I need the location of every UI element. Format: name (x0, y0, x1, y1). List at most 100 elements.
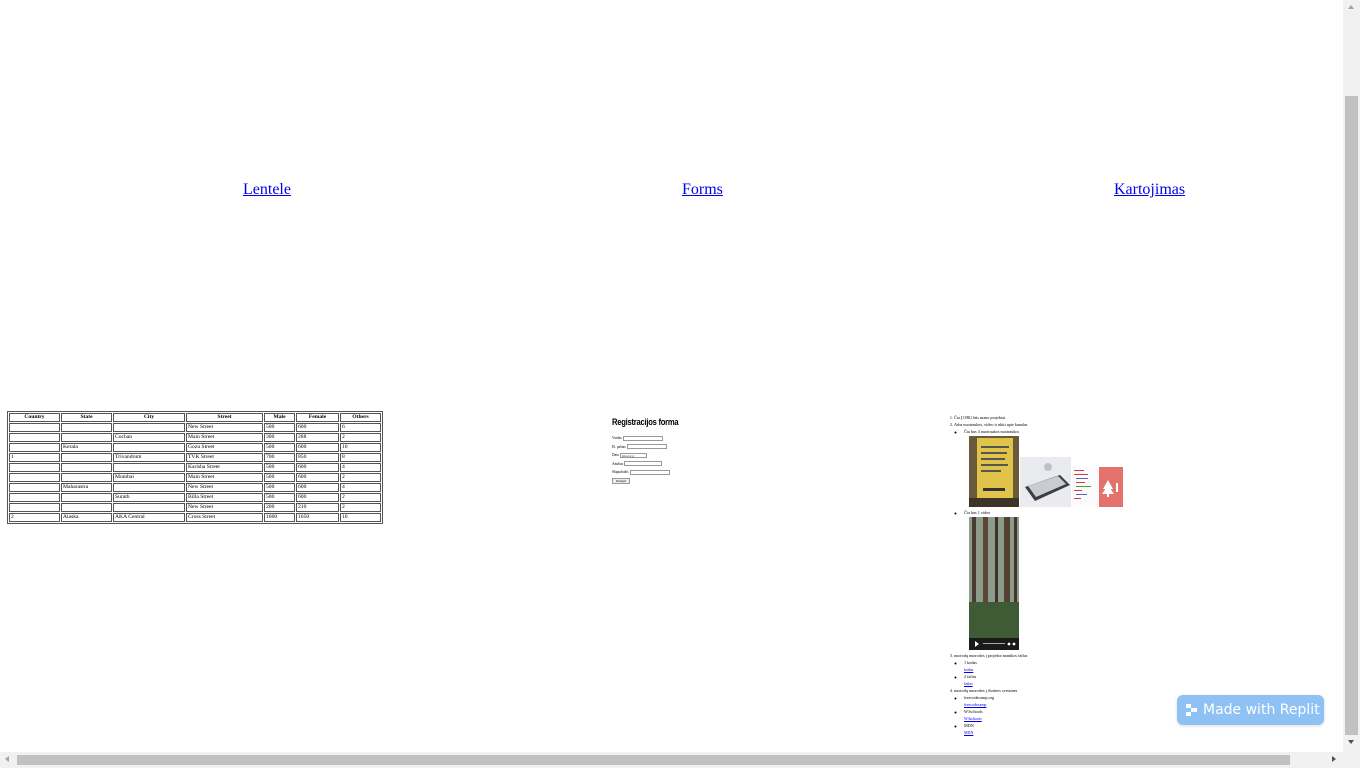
table-cell: 2 (340, 433, 381, 442)
col-header: Male (264, 413, 295, 422)
field-label: El. paštas (612, 444, 626, 449)
list-item: freecodecamp.org freecodecamp (964, 694, 1149, 708)
table-cell: 600 (296, 443, 339, 452)
table-cell: 500 (264, 423, 295, 432)
list-item-text: Arba nuotraukos, video ir nkitt apie kan… (954, 422, 1028, 427)
scroll-down-arrow-icon[interactable] (1348, 740, 1354, 744)
table-cell (113, 503, 185, 512)
password-field[interactable] (629, 469, 670, 475)
table-row: Cochan Main Street 300 288 2 (9, 433, 381, 442)
table-cell: 500 (264, 443, 295, 452)
table-cell (61, 463, 112, 472)
table-cell: 500 (264, 463, 295, 472)
code-link[interactable]: kodas (964, 666, 1149, 673)
submit-button[interactable]: Išsiųsti (612, 477, 630, 484)
age-field[interactable] (624, 461, 663, 467)
w3schools-link[interactable]: W3schools (964, 715, 1149, 722)
table-cell: Billa Street (186, 493, 263, 502)
made-with-replit-badge[interactable]: Made with Replit (1177, 695, 1324, 725)
table-row: New Street 200 210 2 (9, 503, 381, 512)
vertical-scrollbar[interactable] (1343, 0, 1360, 752)
sub-list: freecodecamp.org freecodecamp W3schools … (954, 694, 1149, 736)
scrollbar-corner (1343, 752, 1360, 768)
name-field[interactable] (622, 435, 663, 441)
table-row: 1 Trivandrum TVK Street 700 850 8 (9, 453, 381, 462)
code-screenshot[interactable] (1072, 467, 1098, 507)
email-field[interactable] (626, 444, 667, 450)
col-header: Street (186, 413, 263, 422)
vertical-scroll-thumb[interactable] (1345, 96, 1358, 735)
table-cell: 1 (9, 453, 60, 462)
table-cell (9, 463, 60, 472)
list-item: Čia bus 1 video (964, 509, 1149, 650)
photo-gallery (969, 436, 1149, 507)
table-row: Surath Billa Street 500 600 2 (9, 493, 381, 502)
table-cell (61, 433, 112, 442)
scroll-up-arrow-icon[interactable] (1348, 5, 1354, 9)
list-item-text: 2 failas (964, 674, 977, 679)
table-cell: 1000 (264, 513, 295, 522)
table-cell: 2 (340, 473, 381, 482)
table-cell: Trivandrum (113, 453, 185, 462)
list-item: Čia Į ORG būs mano projektai (954, 414, 1149, 421)
table-cell: 1050 (296, 513, 339, 522)
table-cell: New Street (186, 503, 263, 512)
date-field[interactable]: mm-dd-yy (619, 452, 647, 458)
table-preview: Country State City Street Male Female Ot… (7, 411, 383, 524)
sub-list: Čia bus 3 nuotraukos nuotraukos (954, 428, 1149, 650)
list-item: 1 kodas kodas (964, 659, 1149, 673)
nav-link-lentele[interactable]: Lentele (243, 181, 291, 199)
scroll-right-arrow-icon[interactable] (1332, 756, 1336, 762)
file-link[interactable]: failas (964, 680, 1149, 687)
table-cell (113, 443, 185, 452)
col-header: Country (9, 413, 60, 422)
badge-label: Made with Replit (1203, 702, 1320, 718)
table-cell: 4 (340, 463, 381, 472)
list-item-text: Čia Į ORG būs mano projektai (954, 415, 1006, 420)
horizontal-scrollbar[interactable] (0, 752, 1343, 768)
table-cell: Kerala (61, 443, 112, 452)
list-item-text: MDN (964, 723, 974, 728)
table-cell: AKA Central (113, 513, 185, 522)
table-cell (9, 493, 60, 502)
horizontal-scroll-thumb[interactable] (17, 755, 1290, 765)
list-item: W3schools W3schools (964, 708, 1149, 722)
table-cell: 600 (296, 463, 339, 472)
nav-link-forms[interactable]: Forms (682, 181, 723, 199)
table-row: 2 Alaska AKA Central Cross Street 1000 1050 10 (9, 513, 381, 522)
mdn-link[interactable]: MDN (964, 729, 1149, 736)
table-cell: 8 (340, 453, 381, 462)
list-item: MDN MDN (964, 722, 1149, 736)
forest-video[interactable] (969, 517, 1019, 650)
table-row: Karisha Street 500 600 4 (9, 463, 381, 472)
table-cell: Main Street (186, 433, 263, 442)
table-cell (61, 473, 112, 482)
video-container (969, 517, 1149, 650)
sign-photo[interactable] (969, 436, 1019, 507)
table-cell: 500 (264, 483, 295, 492)
table-cell: Main Street (186, 473, 263, 482)
tree-icon-photo[interactable] (1099, 467, 1123, 507)
main-ordered-list: Čia Į ORG būs mano projektai Arba nuotra… (949, 414, 1149, 736)
table-cell: 500 (264, 493, 295, 502)
table-cell (9, 433, 60, 442)
table-cell: 500 (264, 473, 295, 482)
col-header: City (113, 413, 185, 422)
freecodecamp-link[interactable]: freecodecamp (964, 701, 1149, 708)
form-title: Registracijos forma (612, 417, 679, 428)
list-item: Čia bus 3 nuotraukos nuotraukos (964, 428, 1149, 507)
col-header: Others (340, 413, 381, 422)
list-item-text: 1 kodas (964, 660, 977, 665)
nav-link-kartojimas[interactable]: Kartojimas (1114, 181, 1185, 199)
form-row-password: Slaptažodis (612, 468, 722, 477)
laptop-photo[interactable] (1020, 457, 1071, 507)
table-cell (9, 423, 60, 432)
table-cell (113, 483, 185, 492)
scroll-left-arrow-icon[interactable] (5, 756, 9, 762)
field-label: Amžius (612, 461, 624, 466)
sub-list: 1 kodas kodas 2 failas failas (954, 659, 1149, 687)
table-cell: 600 (296, 493, 339, 502)
list-item: nuorodų nuorodos į išorines svetaines fr… (954, 687, 1149, 736)
table-cell: 10 (340, 513, 381, 522)
table-cell (9, 473, 60, 482)
